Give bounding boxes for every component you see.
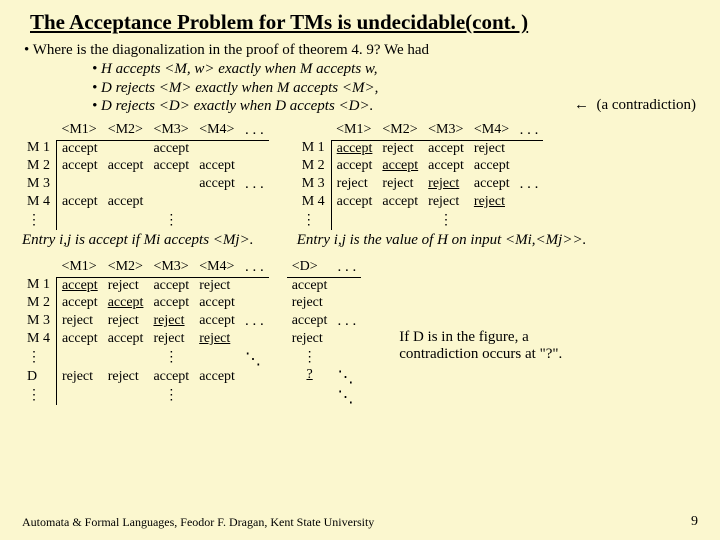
bullet-1: • H accepts <M, w> exactly when M accept… bbox=[92, 60, 698, 79]
table-b-block: <M1><M2> <M3><M4> . . . M 1 acceptreject… bbox=[297, 122, 587, 249]
slide-title: The Acceptance Problem for TMs is undeci… bbox=[30, 10, 698, 35]
table-d: <D>. . . accept reject accept. . . rejec… bbox=[287, 259, 362, 407]
table-a: <M1><M2> <M3><M4> . . . M 1 accept accep… bbox=[22, 122, 269, 230]
contradiction-note: ← (a contradiction) bbox=[574, 96, 696, 114]
table-b-caption: Entry i,j is the value of H on input <Mi… bbox=[297, 232, 587, 249]
figure-note: If D is in the figure, a contradiction o… bbox=[399, 329, 579, 363]
table-a-block: <M1><M2> <M3><M4> . . . M 1 accept accep… bbox=[22, 122, 269, 249]
bullet-lead: • Where is the diagonalization in the pr… bbox=[24, 41, 698, 60]
table-c: <M1><M2> <M3><M4> . . . M 1 acceptreject… bbox=[22, 259, 269, 405]
table-a-caption: Entry i,j is accept if Mi accepts <Mj>. bbox=[22, 232, 269, 249]
footer-text: Automata & Formal Languages, Feodor F. D… bbox=[22, 515, 374, 530]
bullet-2: • D rejects <M> exactly when M accepts <… bbox=[92, 79, 698, 98]
page-number: 9 bbox=[691, 514, 698, 530]
arrow-left-icon: ← bbox=[574, 96, 589, 113]
contradiction-text: (a contradiction) bbox=[596, 97, 696, 113]
table-b: <M1><M2> <M3><M4> . . . M 1 acceptreject… bbox=[297, 122, 544, 230]
